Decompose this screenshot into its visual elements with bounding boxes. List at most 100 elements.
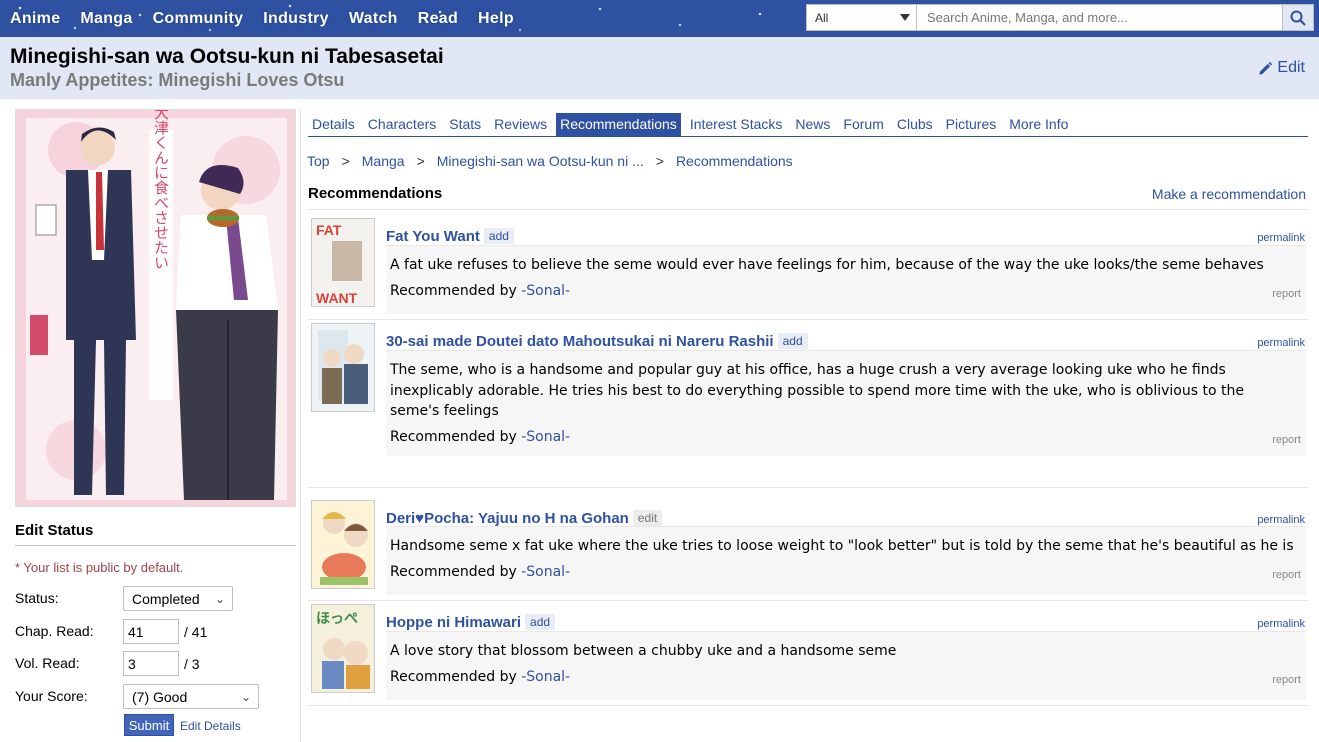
add-button[interactable]: add	[525, 614, 556, 630]
recommendation-thumbnail[interactable]	[311, 500, 375, 589]
tab-interest-stacks[interactable]: Interest Stacks	[686, 113, 787, 136]
recommended-by: Recommended by -Sonal-	[390, 283, 570, 299]
search-category-select[interactable]: All	[806, 4, 917, 31]
tab-recommendations[interactable]: Recommendations	[556, 113, 681, 136]
recommendation-title-text[interactable]: 30-sai made Doutei dato Mahoutsukai ni N…	[386, 333, 774, 350]
nav-watch[interactable]: Watch	[349, 10, 398, 28]
recommended-by-label: Recommended by	[390, 283, 517, 299]
score-value: (7) Good	[132, 689, 188, 705]
submit-button[interactable]: Submit	[124, 714, 174, 736]
user-link[interactable]: -Sonal-	[521, 564, 570, 580]
recommendation-title-text[interactable]: Fat You Want	[386, 228, 480, 245]
search-bar: All	[806, 4, 1314, 31]
recommendation-text: The seme, who is a handsome and popular …	[390, 362, 1244, 419]
recommendation-item: ほっぺ Hoppe ni Himawari add permalink A lov…	[308, 604, 1308, 700]
breadcrumb-manga[interactable]: Manga	[362, 153, 405, 169]
nav-read[interactable]: Read	[418, 10, 458, 28]
tab-details[interactable]: Details	[308, 113, 359, 136]
nav-industry[interactable]: Industry	[263, 10, 329, 28]
breadcrumb-separator: >	[655, 153, 664, 169]
add-button[interactable]: add	[483, 228, 514, 244]
search-input[interactable]	[917, 4, 1283, 31]
nav-anime[interactable]: Anime	[10, 10, 60, 28]
recommendation-title[interactable]: Deri♥Pocha: Yajuu no H na Gohan edit	[386, 510, 663, 527]
permalink-link[interactable]: permalink	[1257, 232, 1305, 244]
search-category-value: All	[815, 11, 829, 25]
english-title: Manly Appetites: Minegishi Loves Otsu	[10, 70, 345, 90]
search-button[interactable]	[1283, 4, 1314, 31]
tab-forum[interactable]: Forum	[839, 113, 887, 136]
add-button[interactable]: add	[777, 333, 808, 349]
tab-pictures[interactable]: Pictures	[942, 113, 1001, 136]
edit-button[interactable]: Edit	[1258, 59, 1305, 77]
recommendation-body: Handsome seme x fat uke where the uke tr…	[386, 526, 1306, 595]
volumes-total: / 3	[184, 656, 200, 672]
tab-stats[interactable]: Stats	[445, 113, 485, 136]
recommendation-title[interactable]: 30-sai made Doutei dato Mahoutsukai ni N…	[386, 333, 808, 350]
chevron-down-icon: ⌄	[240, 690, 251, 704]
tab-clubs[interactable]: Clubs	[893, 113, 937, 136]
breadcrumb: Top > Manga > Minegishi-san wa Ootsu-kun…	[307, 153, 793, 169]
top-nav: Anime Manga Community Industry Watch Rea…	[0, 0, 1319, 37]
divider	[308, 319, 1308, 320]
page-tabs: Details Characters Stats Reviews Recomme…	[308, 111, 1308, 137]
nav-help[interactable]: Help	[478, 10, 514, 28]
chapters-read-input[interactable]	[123, 619, 179, 644]
breadcrumb-separator: >	[416, 153, 425, 169]
edit-tag-button[interactable]: edit	[632, 510, 663, 526]
recommendation-item: Deri♥Pocha: Yajuu no H na Gohan edit perm…	[308, 500, 1308, 596]
manga-cover-image[interactable]: 峰岸さんは大津くんに食べさせたい	[15, 109, 296, 507]
report-link[interactable]: report	[1272, 288, 1301, 300]
search-icon	[1290, 10, 1306, 26]
nav-community[interactable]: Community	[153, 10, 244, 28]
svg-text:WANT: WANT	[316, 290, 358, 306]
recommendations-heading: Recommendations	[308, 185, 443, 202]
tab-reviews[interactable]: Reviews	[490, 113, 551, 136]
recommendation-title-text[interactable]: Deri♥Pocha: Yajuu no H na Gohan	[386, 510, 629, 527]
title-header: Minegishi-san wa Ootsu-kun ni Tabesaseta…	[0, 37, 1319, 99]
chapters-label: Chap. Read:	[15, 623, 94, 639]
recommendation-body: A fat uke refuses to believe the seme wo…	[386, 245, 1306, 314]
svg-text:FAT: FAT	[316, 222, 342, 238]
report-link[interactable]: report	[1272, 674, 1301, 686]
recommended-by-label: Recommended by	[390, 429, 517, 445]
tab-news[interactable]: News	[791, 113, 834, 136]
status-label: Status:	[15, 590, 59, 606]
recommendation-title[interactable]: Fat You Want add	[386, 228, 514, 245]
permalink-link[interactable]: permalink	[1257, 337, 1305, 349]
svg-text:ほっぺ: ほっぺ	[316, 611, 358, 627]
status-select[interactable]: Completed ⌄	[123, 586, 233, 611]
recommended-by: Recommended by -Sonal-	[390, 429, 570, 445]
recommendation-text: Handsome seme x fat uke where the uke tr…	[390, 538, 1294, 554]
recommendation-title[interactable]: Hoppe ni Himawari add	[386, 614, 556, 631]
user-link[interactable]: -Sonal-	[521, 283, 570, 299]
divider	[308, 705, 1308, 706]
volumes-read-input[interactable]	[123, 651, 179, 676]
report-link[interactable]: report	[1272, 569, 1301, 581]
nav-manga[interactable]: Manga	[80, 10, 132, 28]
recommendation-title-text[interactable]: Hoppe ni Himawari	[386, 614, 521, 631]
breadcrumb-top[interactable]: Top	[307, 153, 330, 169]
recommendation-item: FAT WANT Fat You Want add permalink A fat…	[308, 218, 1308, 314]
tab-more-info[interactable]: More Info	[1005, 113, 1072, 136]
tab-characters[interactable]: Characters	[364, 113, 440, 136]
report-link[interactable]: report	[1272, 434, 1301, 446]
recommendation-thumbnail[interactable]: ほっぺ	[311, 604, 375, 693]
volumes-label: Vol. Read:	[15, 655, 80, 671]
permalink-link[interactable]: permalink	[1257, 618, 1305, 630]
permalink-link[interactable]: permalink	[1257, 514, 1305, 526]
user-link[interactable]: -Sonal-	[521, 429, 570, 445]
cover-illustration: 峰岸さんは大津くんに食べさせたい	[16, 110, 295, 506]
breadcrumb-title[interactable]: Minegishi-san wa Ootsu-kun ni ...	[437, 153, 644, 169]
make-recommendation-link[interactable]: Make a recommendation	[1152, 186, 1306, 202]
breadcrumb-separator: >	[341, 153, 350, 169]
recommendation-thumbnail[interactable]: FAT WANT	[311, 218, 375, 307]
score-select[interactable]: (7) Good ⌄	[123, 684, 259, 709]
edit-details-link[interactable]: Edit Details	[180, 719, 241, 733]
status-value: Completed	[132, 591, 200, 607]
breadcrumb-recommendations[interactable]: Recommendations	[676, 153, 793, 169]
page-title: Minegishi-san wa Ootsu-kun ni Tabesaseta…	[10, 45, 444, 68]
edit-status-heading: Edit Status	[15, 522, 296, 546]
user-link[interactable]: -Sonal-	[521, 669, 570, 685]
recommendation-thumbnail[interactable]	[311, 323, 375, 412]
